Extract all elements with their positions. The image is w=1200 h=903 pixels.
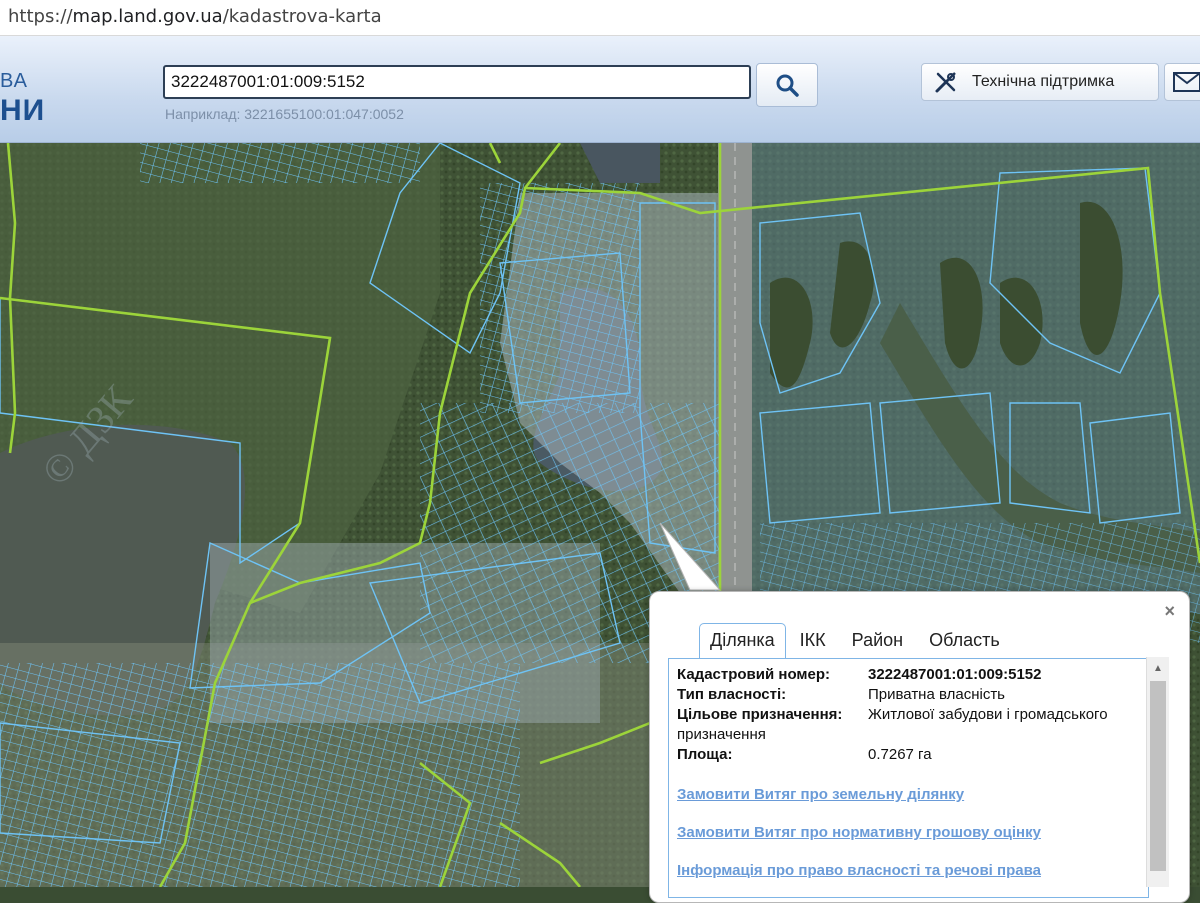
scrollbar-thumb[interactable] <box>1150 681 1166 871</box>
browser-url-bar[interactable]: https://map.land.gov.ua/kadastrova-karta <box>0 0 1200 36</box>
logo-text-top: ВА <box>0 70 29 92</box>
parcel-grid-north <box>480 183 640 413</box>
tab-ikk[interactable]: ІКК <box>788 625 838 658</box>
detail-label: Цільове призначення: <box>677 706 843 723</box>
detail-row: Кадастровий номер: 3222487001:01:009:515… <box>677 666 1042 683</box>
search-example-hint: Наприклад: 3221655100:01:047:0052 <box>165 106 404 122</box>
detail-label: Тип власності: <box>677 686 787 703</box>
url-host: map.land.gov.ua <box>72 6 223 27</box>
site-header: ВА НИ Наприклад: 3221655100:01:047:0052 … <box>0 36 1200 143</box>
mail-icon <box>1173 72 1200 92</box>
ownership-type-value: Приватна власність <box>868 686 1005 703</box>
cadastral-search-input[interactable] <box>163 65 751 99</box>
scroll-up-icon[interactable]: ▲ <box>1153 663 1163 674</box>
parcel-grid-top <box>140 143 420 183</box>
url-text[interactable]: https://map.land.gov.ua/kadastrova-karta <box>8 6 382 27</box>
logo-text-bottom: НИ <box>0 94 46 127</box>
tab-district[interactable]: Район <box>840 625 915 658</box>
url-path: /kadastrova-karta <box>222 6 382 27</box>
cadastral-number-value: 3222487001:01:009:5152 <box>868 666 1042 683</box>
tools-icon <box>935 72 956 93</box>
order-parcel-extract-link[interactable]: Замовити Витяг про земельну ділянку <box>677 786 964 803</box>
order-valuation-extract-link[interactable]: Замовити Витяг про нормативну грошову оц… <box>677 824 1041 841</box>
purpose-value: Житлової забудови і громадського <box>868 706 1108 723</box>
close-icon[interactable]: × <box>1164 601 1175 622</box>
parcel-details: Кадастровий номер: 3222487001:01:009:515… <box>668 658 1149 898</box>
search-icon <box>776 74 799 97</box>
feedback-mail-button[interactable] <box>1164 63 1200 101</box>
ownership-info-link[interactable]: Інформація про право власності та речові… <box>677 862 1041 879</box>
detail-label: Площа: <box>677 746 733 763</box>
detail-row: Тип власності: Приватна власність <box>677 686 1005 703</box>
support-label: Технічна підтримка <box>972 73 1115 90</box>
technical-support-button[interactable]: Технічна підтримка <box>921 63 1159 101</box>
popup-tabs: Ділянка ІКК Район Область <box>699 620 1014 659</box>
search-button[interactable] <box>756 63 818 107</box>
purpose-value-continued: призначення <box>677 726 766 743</box>
parcel-info-popup: × Ділянка ІКК Район Область Кадастровий … <box>649 591 1190 903</box>
area-value: 0.7267 га <box>868 746 932 763</box>
tab-parcel[interactable]: Ділянка <box>699 623 786 659</box>
detail-row: Площа: 0.7267 га <box>677 746 932 763</box>
popup-scrollbar[interactable]: ▲ <box>1146 657 1169 887</box>
detail-label: Кадастровий номер: <box>677 666 831 683</box>
url-scheme: https:// <box>8 6 73 27</box>
tab-region[interactable]: Область <box>917 625 1012 658</box>
detail-row: Цільове призначення: Житлової забудови і… <box>677 706 1108 723</box>
